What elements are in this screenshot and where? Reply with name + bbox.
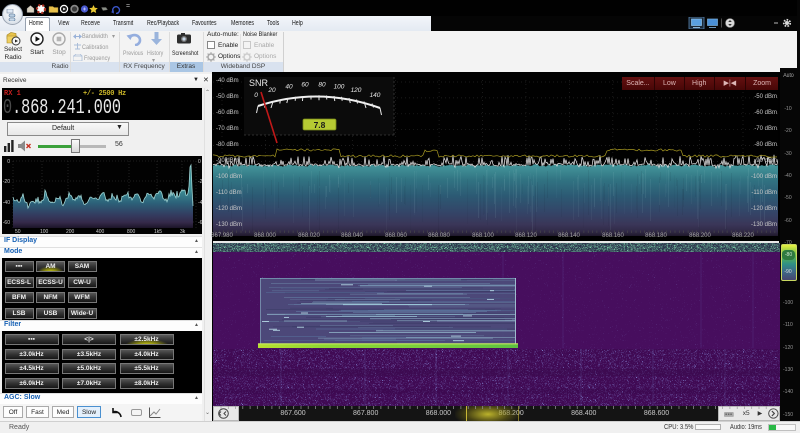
svg-text:1k5: 1k5: [154, 229, 162, 234]
svg-text:-40: -40: [198, 200, 202, 206]
svg-text:SNR: SNR: [249, 78, 269, 88]
svg-text:-20: -20: [198, 179, 202, 185]
svg-text:0: 0: [254, 92, 258, 99]
svg-text:120: 120: [351, 87, 362, 94]
svg-text:60: 60: [301, 82, 309, 89]
svg-text:-40: -40: [3, 200, 10, 206]
svg-text:800: 800: [127, 229, 136, 234]
svg-text:-60: -60: [198, 220, 202, 226]
svg-text:3k: 3k: [180, 229, 186, 234]
svg-text:80: 80: [318, 82, 326, 89]
svg-text:0: 0: [198, 159, 201, 165]
svg-text:100: 100: [334, 84, 345, 91]
svg-text:100: 100: [40, 229, 49, 234]
svg-text:40: 40: [285, 84, 293, 91]
svg-text:-20: -20: [3, 179, 10, 185]
svg-text:-60: -60: [3, 220, 10, 226]
svg-text:400: 400: [96, 229, 105, 234]
svg-text:50: 50: [15, 229, 21, 234]
svg-text:20: 20: [267, 87, 276, 94]
svg-text:200: 200: [66, 229, 75, 234]
svg-text:7.8: 7.8: [314, 120, 326, 130]
svg-text:140: 140: [370, 92, 381, 99]
svg-text:0: 0: [7, 159, 10, 165]
